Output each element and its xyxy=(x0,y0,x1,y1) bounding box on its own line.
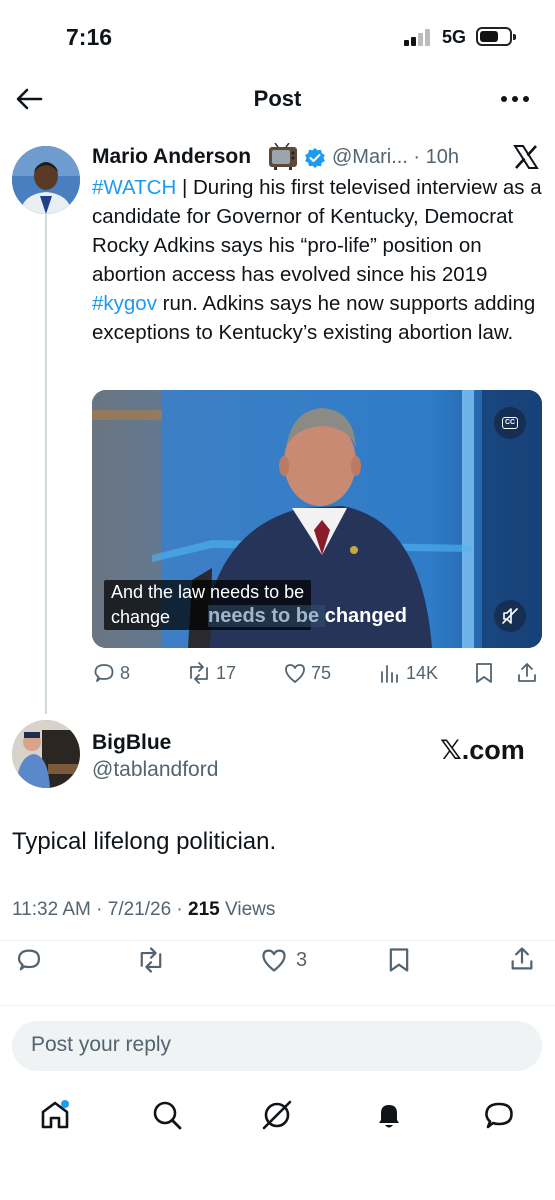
like-action-button[interactable]: 75 xyxy=(283,661,331,685)
closed-captions-button[interactable]: CC xyxy=(494,407,526,439)
divider xyxy=(0,940,555,941)
reply-text: Typical lifelong politician. xyxy=(12,828,277,855)
hashtag-watch-link[interactable]: #WATCH xyxy=(92,176,176,199)
bookmark-icon xyxy=(389,948,409,972)
x-logo-icon xyxy=(512,143,540,171)
burned-in-caption: needs to be changed xyxy=(208,605,407,627)
share-icon xyxy=(511,947,533,970)
battery-icon xyxy=(476,27,516,46)
signal-strength-icon xyxy=(404,28,434,46)
thread-connector-line xyxy=(45,214,47,714)
verified-badge-icon xyxy=(304,147,326,169)
reply-icon xyxy=(94,664,114,682)
mute-toggle-icon[interactable] xyxy=(494,600,526,632)
reply-input-placeholder: Post your reply xyxy=(31,1033,172,1056)
repost-button[interactable] xyxy=(136,946,166,979)
repost-icon xyxy=(140,947,162,973)
reply-author-name[interactable]: BigBlue xyxy=(92,731,171,755)
divider xyxy=(0,1005,555,1006)
bookmark-button[interactable] xyxy=(385,946,413,979)
author-handle-and-time[interactable]: @Mari... · 10h xyxy=(332,146,459,169)
status-time: 7:16 xyxy=(66,24,113,50)
notifications-bell-icon[interactable] xyxy=(372,1098,406,1132)
like-count: 75 xyxy=(311,662,332,683)
x-com-watermark: 𝕏.com xyxy=(440,735,525,765)
author-name[interactable]: Mario Anderson xyxy=(92,145,251,169)
reply-author-handle[interactable]: @tablandford xyxy=(92,758,218,782)
repost-action-button[interactable]: 17 xyxy=(186,661,236,685)
like-button[interactable]: 3 xyxy=(260,946,307,974)
avatar-mario-anderson[interactable] xyxy=(12,146,80,214)
view-count: 14K xyxy=(406,662,439,683)
post-text: #WATCH | During his first televised inte… xyxy=(92,176,542,344)
views-count: 215 xyxy=(188,899,220,920)
reply-button[interactable] xyxy=(15,946,43,979)
share-icon[interactable] xyxy=(515,661,539,690)
repost-icon xyxy=(190,662,208,684)
television-icon xyxy=(268,142,298,171)
views-action-button[interactable]: 14K xyxy=(378,661,438,685)
analytics-icon xyxy=(381,665,398,683)
bookmark-icon[interactable] xyxy=(472,661,496,690)
repost-count: 17 xyxy=(216,662,237,683)
heart-icon xyxy=(285,664,305,683)
page-title: Post xyxy=(253,86,302,111)
reply-action-button[interactable]: 8 xyxy=(92,661,130,685)
post-metadata: 11:32 AM · 7/21/26 · 215 Views xyxy=(12,899,276,920)
home-icon[interactable] xyxy=(38,1098,72,1132)
network-type: 5G xyxy=(442,27,467,47)
share-button[interactable] xyxy=(508,945,536,978)
grok-icon[interactable] xyxy=(260,1098,294,1132)
reply-icon xyxy=(17,949,41,971)
avatar-bigblue[interactable] xyxy=(12,720,80,788)
like-count: 3 xyxy=(296,948,308,971)
hashtag-kygov-link[interactable]: #kygov xyxy=(92,292,157,315)
search-icon[interactable] xyxy=(150,1098,184,1132)
messages-icon[interactable] xyxy=(482,1098,516,1132)
more-options-icon[interactable] xyxy=(498,86,532,112)
heart-icon xyxy=(262,949,286,972)
reply-count: 8 xyxy=(120,662,131,683)
